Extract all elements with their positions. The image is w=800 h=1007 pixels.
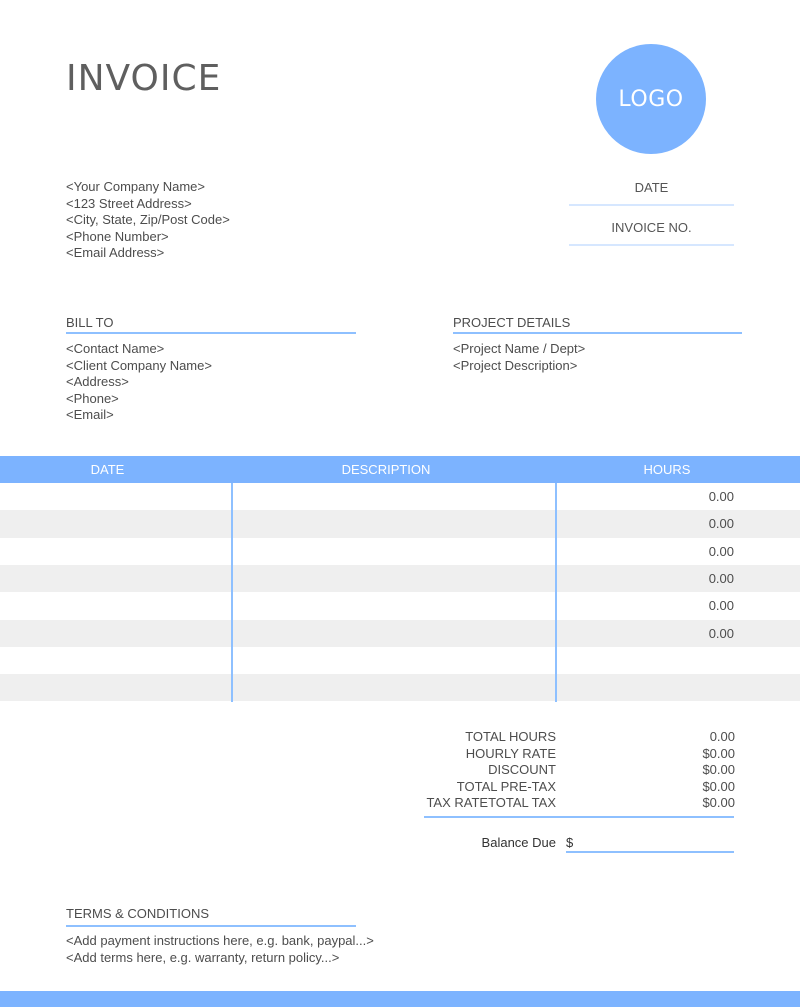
company-street: <123 Street Address> <box>66 195 192 211</box>
contact-name: <Contact Name> <box>66 341 165 356</box>
table-row: 0.00 <box>0 564 800 593</box>
totals-rule <box>424 816 734 818</box>
bill-to-heading: BILL TO <box>66 315 114 330</box>
table-row: 0.00 <box>0 510 800 538</box>
hours-cell: 0.00 <box>708 489 734 504</box>
table-row: 0.00 <box>0 592 800 619</box>
terms-heading: TERMS & CONDITIONS <box>66 906 210 921</box>
total-pre-tax-label: TOTAL PRE-TAX <box>456 778 556 794</box>
hours-cell: 0.00 <box>708 570 734 586</box>
column-header-hours: HOURS <box>643 462 691 477</box>
table-row: 0.00 <box>0 483 800 510</box>
client-company: <Client Company Name> <box>66 357 212 373</box>
balance-due-currency: $ <box>566 835 574 850</box>
client-phone: <Phone> <box>66 390 119 406</box>
hours-cell: 0.00 <box>708 516 734 532</box>
discount-value: $0.00 <box>702 762 735 777</box>
project-name: <Project Name / Dept> <box>453 341 586 356</box>
table-row: 0.00 <box>0 619 800 647</box>
logo-text: LOGO <box>618 86 684 112</box>
column-divider <box>231 483 233 702</box>
invoice-no-label: INVOICE NO. <box>611 220 692 235</box>
table-row: 0.00 <box>0 538 800 565</box>
footer-bar <box>0 991 800 1007</box>
column-header-description: DESCRIPTION <box>341 462 431 477</box>
hourly-rate-label: HOURLY RATE <box>465 745 556 761</box>
total-tax-value: $0.00 <box>702 795 735 810</box>
terms-payment-line: <Add payment instructions here, e.g. ban… <box>66 933 374 948</box>
table-row <box>0 647 800 674</box>
discount-label: DISCOUNT <box>488 762 556 777</box>
table-row <box>0 674 800 702</box>
project-details-heading: PROJECT DETAILS <box>453 315 571 330</box>
total-hours-label: TOTAL HOURS <box>465 729 556 744</box>
client-address: <Address> <box>66 374 129 389</box>
table-header: DATE DESCRIPTION HOURS <box>0 456 800 483</box>
invoice-no-field-line <box>569 244 734 246</box>
project-description: <Project Description> <box>453 357 578 373</box>
invoice-title: INVOICE <box>66 58 222 99</box>
tax-label: TAX RATETOTAL TAX <box>426 795 556 810</box>
logo: LOGO <box>596 44 706 154</box>
balance-due-line <box>566 851 734 853</box>
hours-cell: 0.00 <box>708 543 734 559</box>
terms-rule <box>66 925 356 927</box>
company-address: <Your Company Name> <123 Street Address>… <box>66 179 230 262</box>
company-email: <Email Address> <box>66 245 165 260</box>
client-email: <Email> <box>66 407 114 422</box>
date-label: DATE <box>634 180 669 195</box>
company-name: <Your Company Name> <box>66 179 205 194</box>
balance-due-label: Balance Due <box>481 835 556 850</box>
hours-cell: 0.00 <box>708 625 734 641</box>
totals-values: 0.00 $0.00 $0.00 $0.00 $0.00 <box>600 729 735 812</box>
total-hours-value: 0.00 <box>709 729 735 744</box>
terms-policy-line: <Add terms here, e.g. warranty, return p… <box>66 949 340 965</box>
totals-labels: TOTAL HOURS HOURLY RATE DISCOUNT TOTAL P… <box>400 729 556 812</box>
terms-block: <Add payment instructions here, e.g. ban… <box>66 933 374 966</box>
column-header-date: DATE <box>90 462 125 477</box>
bill-to-rule <box>66 332 356 334</box>
project-details-block: <Project Name / Dept> <Project Descripti… <box>453 341 585 374</box>
date-field-line <box>569 204 734 206</box>
total-pre-tax-value: $0.00 <box>702 778 735 794</box>
company-city: <City, State, Zip/Post Code> <box>66 212 230 227</box>
hours-cell: 0.00 <box>708 598 734 614</box>
bill-to-block: <Contact Name> <Client Company Name> <Ad… <box>66 341 212 424</box>
project-details-rule <box>453 332 742 334</box>
company-phone: <Phone Number> <box>66 228 169 244</box>
hourly-rate-value: $0.00 <box>702 745 735 761</box>
column-divider <box>555 483 557 702</box>
